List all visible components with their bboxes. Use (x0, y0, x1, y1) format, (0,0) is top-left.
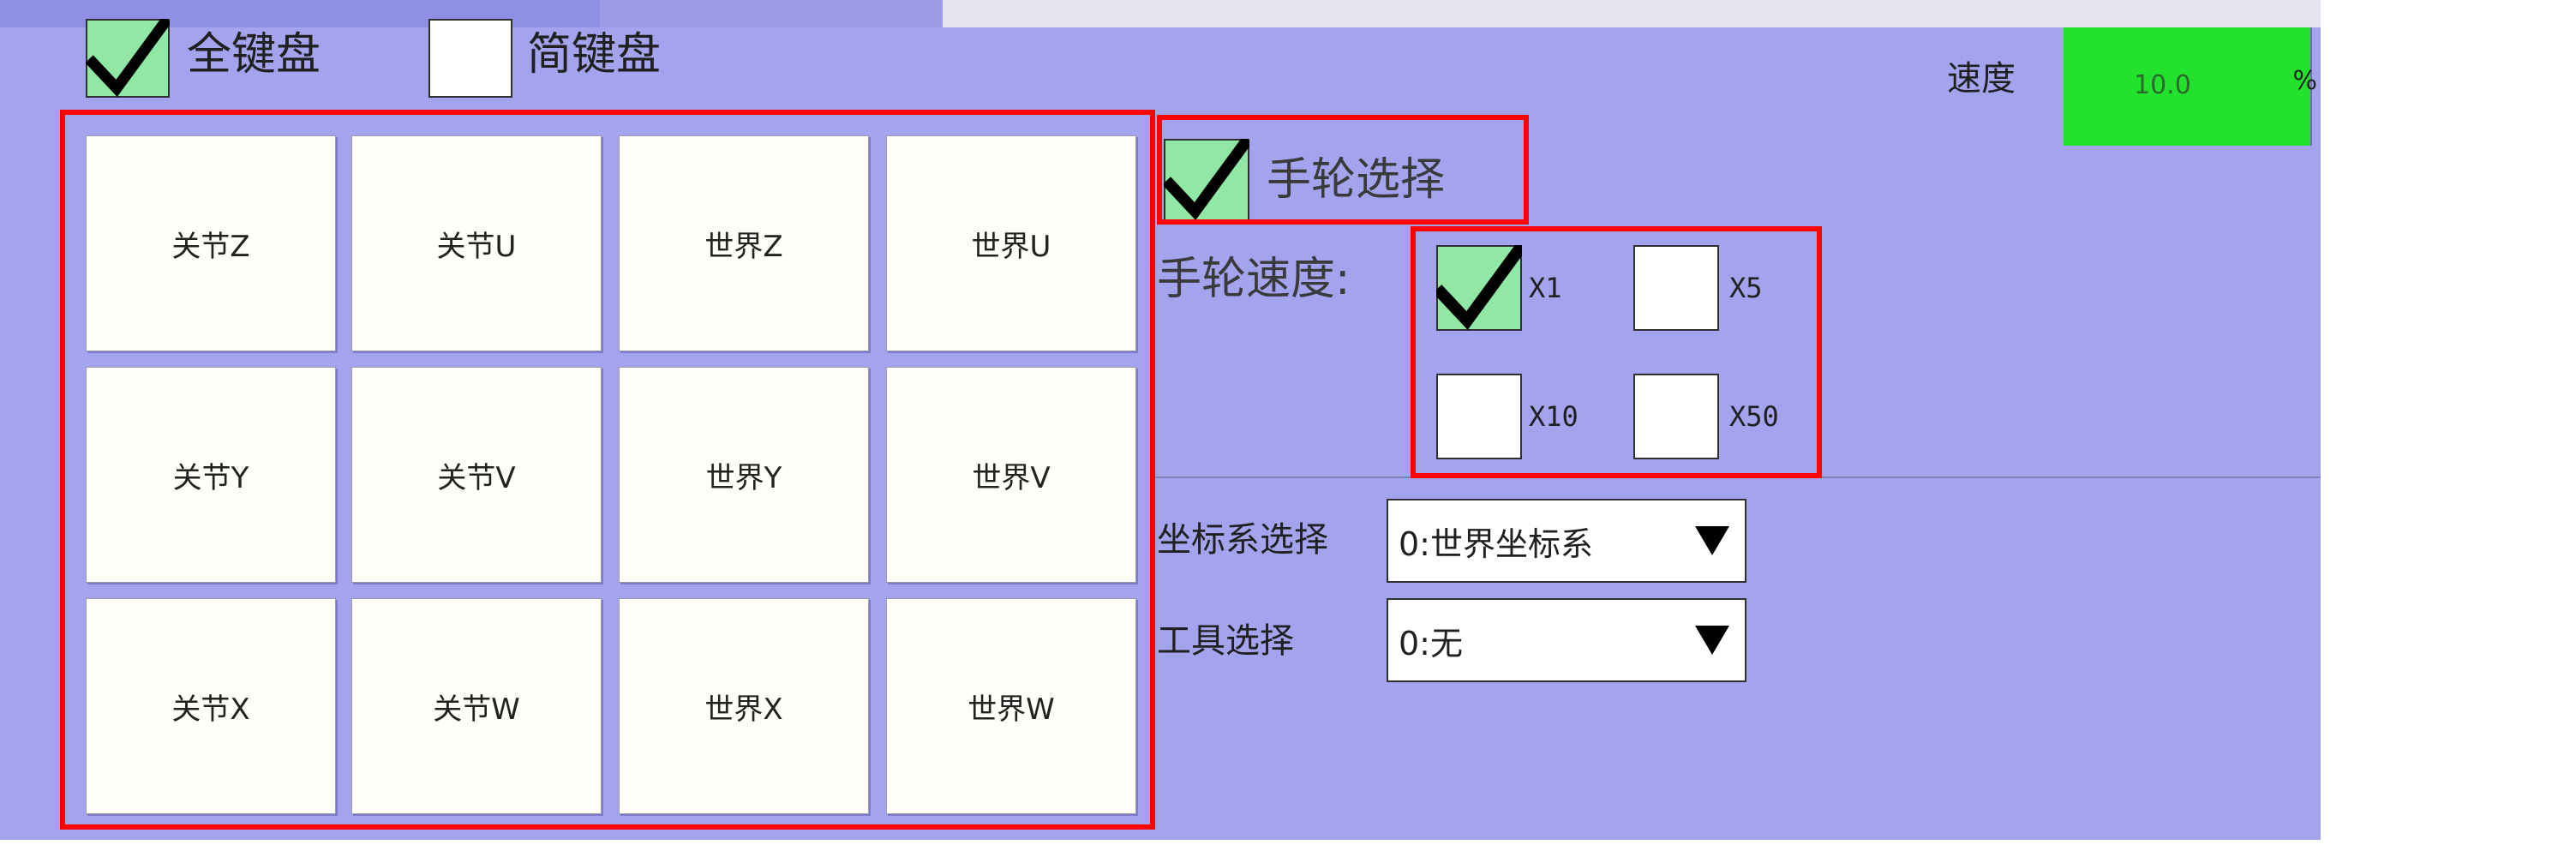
speed-unit: % (2292, 66, 2317, 96)
triangle-down-icon (1695, 526, 1729, 555)
top-strip-right (943, 0, 2321, 27)
tool-label: 工具选择 (1157, 621, 1294, 661)
simple-keyboard-label: 简键盘 (527, 29, 662, 81)
coordinate-select[interactable]: 0:世界坐标系 (1387, 499, 1746, 583)
simple-keyboard-checkbox[interactable] (428, 19, 512, 98)
handwheel-speed-highlight (1411, 226, 1822, 478)
handwheel-speed-label: 手轮速度: (1157, 254, 1351, 305)
jog-keys-highlight (60, 110, 1155, 830)
control-panel: 全键盘 简键盘 速度 10.0 % 关节Z 关节U 世界Z 世界U 关节Y 关节… (0, 0, 2321, 840)
full-keyboard-checkbox[interactable] (86, 19, 170, 98)
check-icon (86, 19, 170, 98)
tool-select[interactable]: 0:无 (1387, 598, 1746, 682)
coordinate-label: 坐标系选择 (1157, 520, 1328, 560)
top-strip-mid (600, 0, 943, 27)
speed-label: 速度 (1947, 59, 2016, 99)
handwheel-select-highlight (1157, 115, 1529, 225)
tool-value: 0:无 (1399, 624, 1463, 662)
speed-value: 10.0 (2134, 70, 2191, 100)
coordinate-value: 0:世界坐标系 (1399, 524, 1593, 563)
triangle-down-icon (1695, 626, 1729, 655)
full-keyboard-label: 全键盘 (187, 29, 321, 81)
